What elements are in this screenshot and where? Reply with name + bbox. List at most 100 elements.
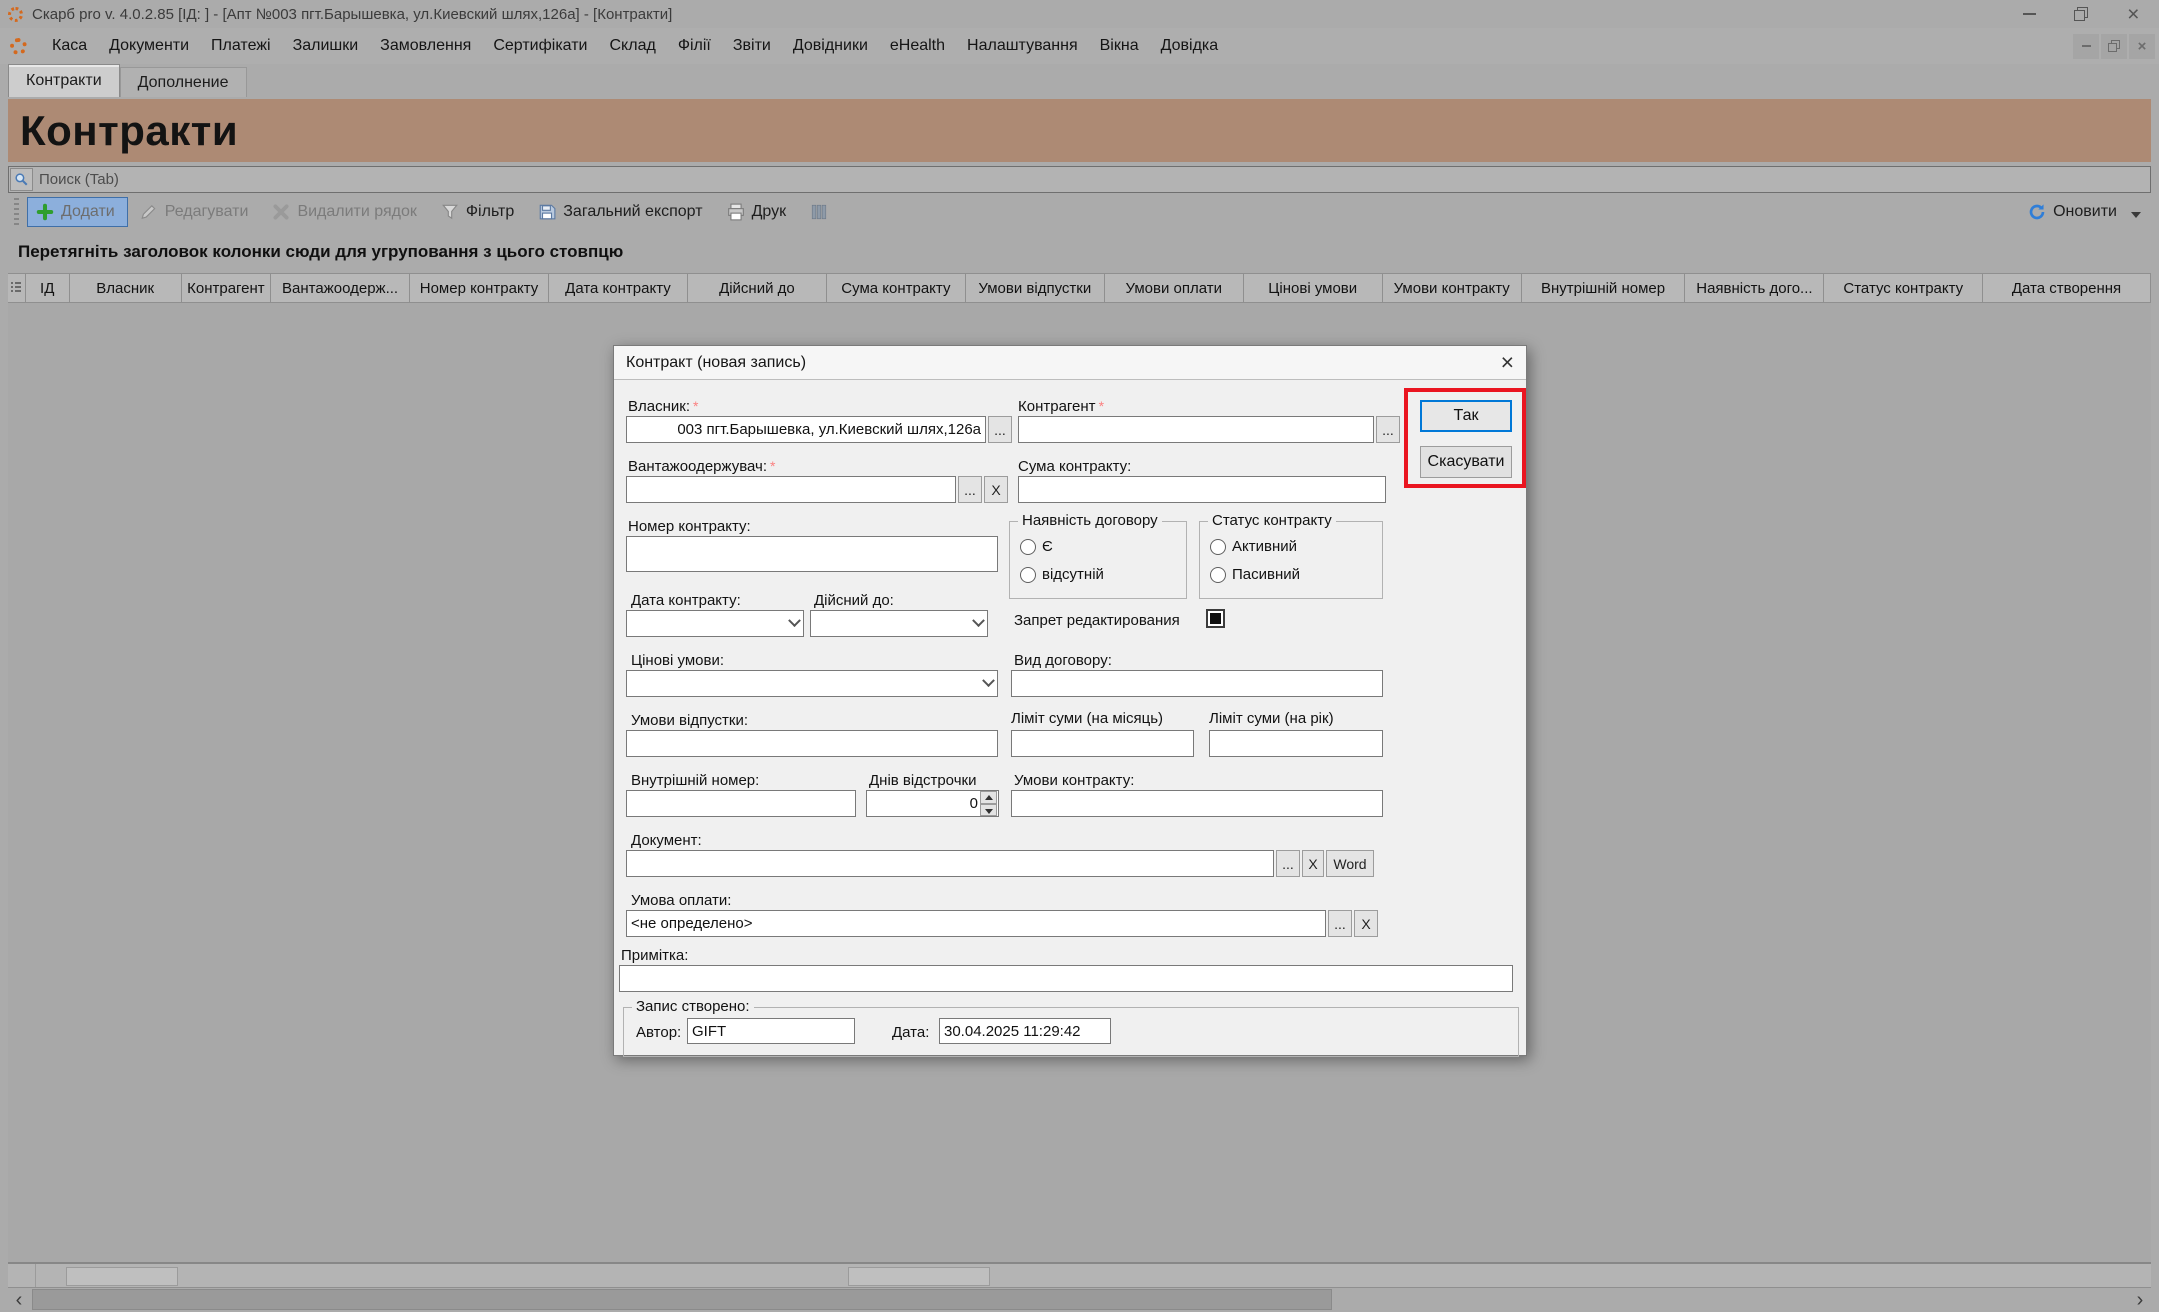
radio-presence-yes[interactable]: Є [1020,538,1053,555]
limit-year-input[interactable] [1209,730,1383,757]
column-header[interactable]: Дата контракту [549,274,688,302]
spinner-buttons[interactable] [980,791,997,816]
mdi-minimize-icon[interactable] [2073,34,2099,59]
menu-item[interactable]: Філії [667,33,722,59]
contract-terms-input[interactable] [1011,790,1383,817]
consignee-clear-button[interactable]: X [984,476,1008,503]
delete-row-button[interactable]: Видалити рядок [260,197,428,227]
menu-item[interactable]: Звіти [722,33,782,59]
price-terms-combo[interactable] [626,670,998,697]
payment-term-input[interactable]: <не определено> [626,910,1326,937]
owner-browse-button[interactable]: ... [988,416,1012,443]
contract-number-input[interactable] [626,536,998,572]
consignee-browse-button[interactable]: ... [958,476,982,503]
columns-button[interactable] [798,197,840,227]
column-header[interactable]: Дійсний до [688,274,827,302]
search-icon[interactable] [10,168,33,191]
menu-item[interactable]: Налаштування [956,33,1089,59]
menu-item[interactable]: Залишки [282,33,370,59]
menu-item[interactable]: Сертифікати [482,33,598,59]
filter-button[interactable]: Фільтр [429,197,526,227]
contract-date-combo[interactable] [626,610,804,637]
document-browse-button[interactable]: ... [1276,850,1300,877]
document-word-button[interactable]: Word [1326,850,1374,877]
document-input[interactable] [626,850,1274,877]
search-bar[interactable]: Поиск (Tab) [8,166,2151,193]
contract-sum-input[interactable] [1018,476,1386,503]
column-header[interactable]: Наявність дого... [1685,274,1824,302]
column-header[interactable]: Внутрішній номер [1522,274,1686,302]
radio-presence-absent[interactable]: відсутній [1020,566,1104,583]
consignee-input[interactable] [626,476,956,503]
counterparty-input[interactable] [1018,416,1374,443]
mdi-restore-icon[interactable] [2101,34,2127,59]
group-by-bar[interactable]: Перетягніть заголовок колонки сюди для у… [8,231,2151,273]
scroll-left-arrow-icon[interactable]: ‹ [8,1288,30,1312]
radio-status-active[interactable]: Активний [1210,538,1297,555]
note-input[interactable] [619,965,1513,992]
author-input[interactable]: GIFT [687,1018,855,1044]
menu-item[interactable]: Склад [599,33,667,59]
radio-icon[interactable] [1210,539,1226,555]
column-header[interactable]: Цінові умови [1244,274,1383,302]
column-header[interactable]: Умови оплати [1105,274,1244,302]
column-header[interactable]: Сума контракту [827,274,966,302]
mdi-close-icon[interactable]: × [2129,34,2155,59]
ok-button[interactable]: Так [1420,400,1512,432]
payment-term-clear-button[interactable]: X [1354,910,1378,937]
column-header[interactable]: Умови контракту [1383,274,1522,302]
dialog-close-icon[interactable]: × [1501,351,1514,374]
radio-status-passive[interactable]: Пасивний [1210,566,1300,583]
agreement-kind-input[interactable] [1011,670,1383,697]
export-button[interactable]: Загальний експорт [526,197,714,227]
column-header[interactable]: Дата створення [1983,274,2151,302]
owner-input[interactable]: 003 пгт.Барышевка, ул.Киевский шлях,126а [626,416,986,443]
add-button[interactable]: Додати [27,197,128,227]
column-header[interactable]: Умови відпустки [966,274,1105,302]
dispense-terms-input[interactable] [626,730,998,757]
chevron-down-icon[interactable] [982,674,995,687]
document-clear-button[interactable]: X [1302,850,1324,877]
spin-up-icon[interactable] [980,791,997,804]
menu-item[interactable]: Довідка [1150,33,1230,59]
created-date-input[interactable]: 30.04.2025 11:29:42 [939,1018,1111,1044]
menu-item[interactable]: eHealth [879,33,956,59]
edit-button[interactable]: Редагувати [128,197,261,227]
minimize-icon[interactable] [2003,0,2055,28]
scroll-right-arrow-icon[interactable]: › [2129,1288,2151,1312]
radio-icon[interactable] [1020,539,1036,555]
menu-item[interactable]: Платежі [200,33,282,59]
menu-item[interactable]: Довідники [782,33,879,59]
chevron-down-icon[interactable] [972,614,985,627]
tab[interactable]: Контракти [8,64,120,97]
limit-month-input[interactable] [1011,730,1194,757]
internal-number-input[interactable] [626,790,856,817]
menu-item[interactable]: Каса [41,33,98,59]
column-header[interactable]: ІД [26,274,70,302]
column-header[interactable]: Контрагент [182,274,271,302]
close-icon[interactable]: × [2107,0,2159,28]
menu-item[interactable]: Замовлення [369,33,482,59]
spin-down-icon[interactable] [980,804,997,817]
deferral-days-input[interactable]: 0 [866,790,999,817]
payment-term-browse-button[interactable]: ... [1328,910,1352,937]
print-button[interactable]: Друк [715,197,799,227]
menu-item[interactable]: Документи [98,33,200,59]
column-header[interactable]: Номер контракту [410,274,549,302]
restore-icon[interactable] [2055,0,2107,28]
chevron-down-icon[interactable] [788,614,801,627]
refresh-dropdown-caret-icon[interactable] [2131,212,2141,218]
column-header[interactable]: Власник [70,274,182,302]
counterparty-browse-button[interactable]: ... [1376,416,1400,443]
edit-ban-checkbox[interactable] [1206,609,1225,628]
toolbar-drag-handle[interactable] [14,198,19,226]
scrollbar-thumb[interactable] [32,1289,1332,1310]
row-selector-column-icon[interactable] [8,274,26,302]
scrollbar-track[interactable] [30,1288,2129,1312]
column-header[interactable]: Статус контракту [1824,274,1983,302]
radio-icon[interactable] [1210,567,1226,583]
valid-until-combo[interactable] [810,610,988,637]
column-header[interactable]: Вантажоодерж... [271,274,410,302]
horizontal-scrollbar[interactable]: ‹ › [8,1288,2151,1312]
menu-item[interactable]: Вікна [1089,33,1150,59]
